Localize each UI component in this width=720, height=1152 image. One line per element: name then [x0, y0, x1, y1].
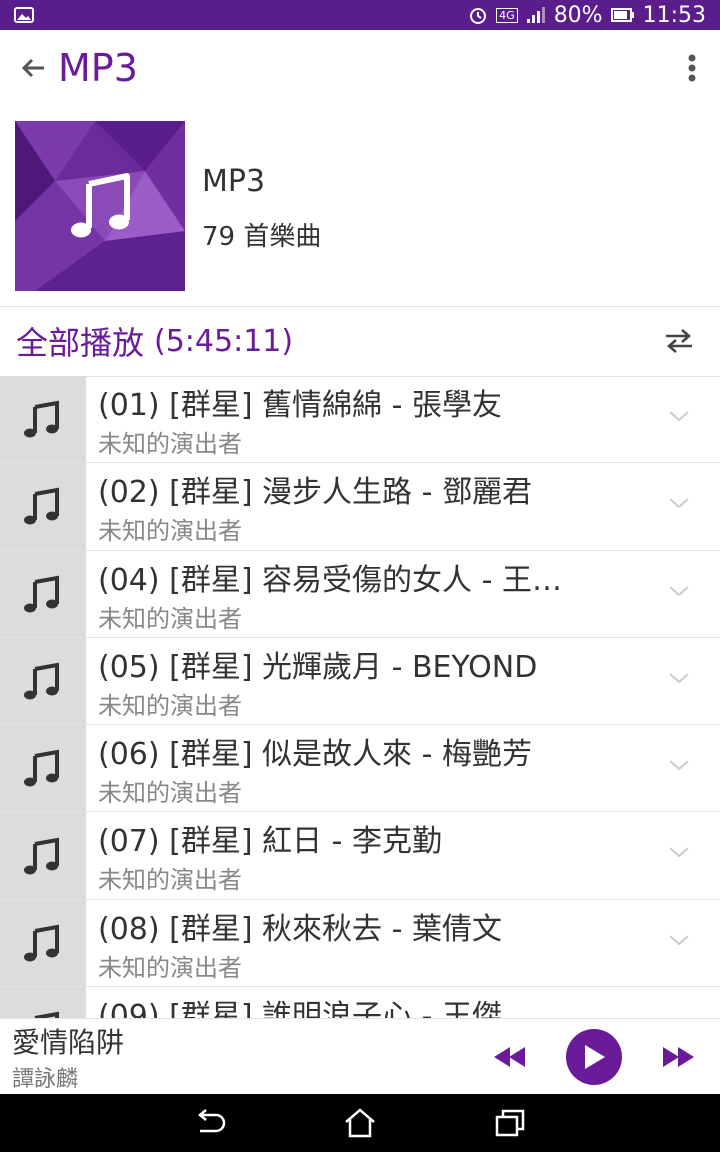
track-row[interactable]: (07) [群星] 紅日 - 李克勤 未知的演出者 [0, 812, 720, 900]
album-art [15, 121, 185, 291]
chevron-down-icon [669, 847, 689, 858]
now-playing-artist: 譚詠麟 [12, 1067, 79, 1092]
back-button[interactable] [16, 51, 50, 85]
track-title: (02) [群星] 漫步人生路 - 鄧麗君 [98, 475, 532, 511]
previous-button[interactable] [492, 1043, 528, 1071]
mini-player[interactable]: 愛情陷阱 譚詠麟 [0, 1018, 720, 1094]
track-row[interactable]: (06) [群星] 似是故人來 - 梅艷芳 未知的演出者 [0, 725, 720, 813]
chevron-down-icon [669, 760, 689, 771]
nav-back-button[interactable] [190, 1103, 230, 1143]
track-list: (01) [群星] 舊情綿綿 - 張學友 未知的演出者 (02) [群星] 漫步… [0, 376, 720, 1018]
more-vert-icon [688, 54, 696, 82]
track-thumbnail [0, 637, 86, 725]
more-options-button[interactable] [680, 48, 704, 88]
nav-recents-button[interactable] [490, 1103, 530, 1143]
chevron-down-icon [669, 498, 689, 509]
gallery-notification-icon [14, 7, 34, 23]
chevron-down-icon [669, 585, 689, 596]
track-artist: 未知的演出者 [98, 517, 242, 546]
track-expand-button[interactable] [668, 408, 690, 424]
track-thumbnail [0, 725, 86, 812]
signal-icon [526, 6, 546, 24]
page-title: MP3 [58, 46, 138, 90]
music-note-icon [24, 749, 59, 787]
shuffle-button[interactable] [664, 328, 694, 354]
chevron-down-icon [669, 411, 689, 422]
music-note-icon [24, 837, 59, 875]
nav-home-button[interactable] [340, 1103, 380, 1143]
network-4g-icon: 4G [496, 7, 518, 23]
track-row[interactable]: (09) [群星] 誰明浪子心 - 王傑 [0, 987, 720, 1018]
music-note-icon [24, 662, 59, 700]
next-button[interactable] [660, 1043, 696, 1071]
track-thumbnail [0, 812, 86, 899]
track-thumbnail [0, 463, 86, 550]
track-thumbnail [0, 376, 86, 463]
track-row[interactable]: (02) [群星] 漫步人生路 - 鄧麗君 未知的演出者 [0, 463, 720, 551]
track-artist: 未知的演出者 [98, 953, 242, 982]
battery-percent: 80% [553, 2, 603, 28]
alarm-icon [468, 5, 488, 25]
music-note-icon [24, 575, 59, 613]
track-row[interactable]: (05) [群星] 光輝歲月 - BEYOND 未知的演出者 [0, 637, 720, 726]
play-button[interactable] [566, 1029, 622, 1085]
play-all-duration: (5:45:11) [154, 323, 294, 359]
track-row[interactable]: (08) [群星] 秋來秋去 - 葉倩文 未知的演出者 [0, 899, 720, 988]
album-title: MP3 [202, 164, 266, 199]
clock: 11:53 [642, 2, 706, 28]
rewind-icon [494, 1047, 525, 1067]
system-nav-bar [0, 1094, 720, 1152]
album-song-count: 79 首樂曲 [202, 222, 322, 252]
track-expand-button[interactable] [668, 583, 690, 599]
music-note-icon [24, 924, 59, 962]
track-expand-button[interactable] [668, 932, 690, 948]
track-title: (08) [群星] 秋來秋去 - 葉倩文 [98, 911, 502, 947]
app-bar: MP3 [0, 30, 720, 106]
track-artist: 未知的演出者 [98, 604, 242, 633]
track-title: (04) [群星] 容易受傷的女人 - 王… [98, 562, 562, 598]
track-expand-button[interactable] [668, 495, 690, 511]
track-expand-button[interactable] [668, 670, 690, 686]
recents-icon [495, 1109, 525, 1137]
track-title: (09) [群星] 誰明浪子心 - 王傑 [98, 999, 502, 1018]
track-title: (06) [群星] 似是故人來 - 梅艷芳 [98, 737, 532, 773]
track-title: (01) [群星] 舊情綿綿 - 張學友 [98, 388, 502, 423]
track-expand-button[interactable] [668, 844, 690, 860]
arrow-left-icon [21, 58, 44, 78]
home-icon [345, 1108, 375, 1138]
track-expand-button[interactable] [668, 757, 690, 773]
fast-forward-icon [663, 1047, 694, 1067]
track-thumbnail [0, 899, 86, 987]
back-icon [198, 1109, 226, 1133]
track-artist: 未知的演出者 [98, 430, 242, 458]
chevron-down-icon [669, 935, 689, 946]
track-thumbnail [0, 987, 86, 1018]
play-all-label: 全部播放 [16, 324, 145, 362]
music-note-icon [34, 1011, 59, 1018]
track-row[interactable]: (04) [群星] 容易受傷的女人 - 王… 未知的演出者 [0, 550, 720, 638]
play-icon [585, 1045, 605, 1069]
network-label: 4G [499, 8, 515, 22]
music-note-icon [24, 488, 59, 525]
music-note-icon [24, 400, 59, 438]
album-header: MP3 79 首樂曲 [0, 106, 720, 306]
track-artist: 未知的演出者 [98, 779, 242, 808]
now-playing-title: 愛情陷阱 [12, 1026, 125, 1059]
track-artist: 未知的演出者 [98, 866, 242, 895]
battery-icon [610, 8, 635, 22]
track-title: (07) [群星] 紅日 - 李克勤 [98, 824, 442, 860]
play-all-row[interactable]: 全部播放 (5:45:11) [0, 306, 720, 376]
track-thumbnail [0, 550, 86, 637]
track-row[interactable]: (01) [群星] 舊情綿綿 - 張學友 未知的演出者 [0, 376, 720, 464]
chevron-down-icon [669, 673, 689, 684]
status-bar: 4G 80% 11:53 [0, 0, 720, 30]
track-title: (05) [群星] 光輝歲月 - BEYOND [98, 649, 538, 685]
shuffle-icon [666, 329, 692, 353]
track-artist: 未知的演出者 [98, 691, 242, 720]
